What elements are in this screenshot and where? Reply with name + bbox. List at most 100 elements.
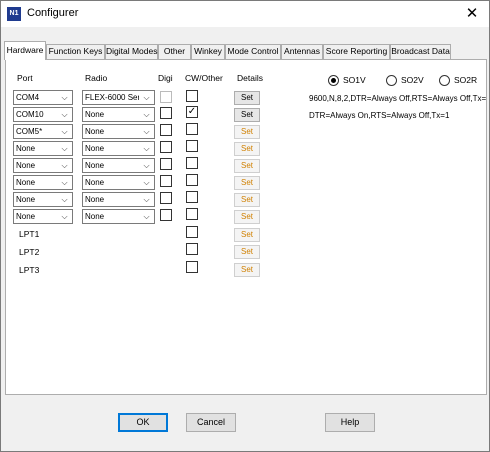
port-value: None: [16, 144, 36, 153]
radio-value: None: [85, 127, 105, 136]
cw-checkbox-4[interactable]: [186, 140, 198, 152]
radio-so2r[interactable]: SO2R: [439, 74, 478, 87]
chevron-down-icon: ⌵: [139, 142, 154, 155]
set-button-1[interactable]: Set: [234, 91, 260, 105]
radio-so1v-label: SO1V: [343, 75, 366, 85]
chevron-down-icon: ⌵: [57, 125, 72, 138]
digi-checkbox-6[interactable]: [160, 175, 172, 187]
digi-checkbox-2[interactable]: [160, 107, 172, 119]
set-button-7[interactable]: Set: [234, 193, 260, 207]
port-select-4[interactable]: None ⌵: [13, 141, 73, 156]
tab-score-reporting[interactable]: Score Reporting: [323, 44, 390, 59]
tab-other[interactable]: Other: [158, 44, 191, 59]
chevron-down-icon: ⌵: [57, 108, 72, 121]
digi-checkbox-4[interactable]: [160, 141, 172, 153]
digi-checkbox-1[interactable]: [160, 91, 172, 103]
port-select-8[interactable]: None ⌵: [13, 209, 73, 224]
radio-unselected-icon: [439, 75, 450, 87]
radio-value: None: [85, 110, 105, 119]
radio-select-2[interactable]: None ⌵: [82, 107, 155, 122]
set-button-lpt1[interactable]: Set: [234, 228, 260, 242]
radio-so2v[interactable]: SO2V: [386, 74, 424, 87]
radio-select-7[interactable]: None ⌵: [82, 192, 155, 207]
radio-select-8[interactable]: None ⌵: [82, 209, 155, 224]
cw-checkbox-3[interactable]: [186, 123, 198, 135]
radio-header: Radio: [85, 73, 108, 83]
port-select-7[interactable]: None ⌵: [13, 192, 73, 207]
set-button-lpt3[interactable]: Set: [234, 263, 260, 277]
port-select-6[interactable]: None ⌵: [13, 175, 73, 190]
set-button-4[interactable]: Set: [234, 142, 260, 156]
radio-select-6[interactable]: None ⌵: [82, 175, 155, 190]
digi-checkbox-7[interactable]: [160, 192, 172, 204]
title-bar: N1 Configurer ✕: [1, 1, 489, 27]
chevron-down-icon: ⌵: [139, 210, 154, 223]
port-select-3[interactable]: COM5* ⌵: [13, 124, 73, 139]
set-button-6[interactable]: Set: [234, 176, 260, 190]
cw-checkbox-2[interactable]: ✓: [186, 106, 198, 118]
cw-checkbox-6[interactable]: [186, 174, 198, 186]
radio-select-4[interactable]: None ⌵: [82, 141, 155, 156]
port-value: COM10: [16, 110, 44, 119]
chevron-down-icon: ⌵: [57, 159, 72, 172]
set-button-2[interactable]: Set: [234, 108, 260, 122]
radio-select-3[interactable]: None ⌵: [82, 124, 155, 139]
radio-so2r-label: SO2R: [454, 75, 478, 85]
set-button-3[interactable]: Set: [234, 125, 260, 139]
tab-antennas[interactable]: Antennas: [281, 44, 323, 59]
details-header: Details: [237, 73, 263, 83]
port-select-2[interactable]: COM10 ⌵: [13, 107, 73, 122]
port-value: COM5*: [16, 127, 43, 136]
cw-checkbox-7[interactable]: [186, 191, 198, 203]
cw-checkbox-lpt3[interactable]: [186, 261, 198, 273]
radio-select-1[interactable]: FLEX-6000 Seri ⌵: [82, 90, 155, 105]
chevron-down-icon: ⌵: [139, 159, 154, 172]
chevron-down-icon: ⌵: [57, 193, 72, 206]
window-title: Configurer: [27, 7, 79, 19]
tab-function-keys[interactable]: Function Keys: [46, 44, 105, 59]
radio-unselected-icon: [386, 75, 397, 87]
lpt3-label: LPT3: [19, 265, 40, 275]
tab-hardware[interactable]: Hardware: [4, 41, 46, 60]
port-value: COM4: [16, 93, 40, 102]
cw-checkbox-lpt1[interactable]: [186, 226, 198, 238]
help-button[interactable]: Help: [325, 413, 375, 432]
radio-selected-icon: [328, 75, 339, 87]
lpt2-label: LPT2: [19, 247, 40, 257]
port-value: None: [16, 195, 36, 204]
port-header: Port: [17, 73, 33, 83]
chevron-down-icon: ⌵: [57, 176, 72, 189]
cw-other-header: CW/Other: [185, 73, 223, 83]
set-button-5[interactable]: Set: [234, 159, 260, 173]
radio-value: FLEX-6000 Seri: [85, 93, 142, 102]
tab-digital-modes[interactable]: Digital Modes: [105, 44, 158, 59]
cw-checkbox-8[interactable]: [186, 208, 198, 220]
tab-broadcast-data[interactable]: Broadcast Data: [390, 44, 451, 59]
cw-checkbox-1[interactable]: [186, 90, 198, 102]
cw-checkbox-lpt2[interactable]: [186, 243, 198, 255]
radio-select-5[interactable]: None ⌵: [82, 158, 155, 173]
radio-so2v-label: SO2V: [401, 75, 424, 85]
chevron-down-icon: ⌵: [57, 210, 72, 223]
tab-mode-control[interactable]: Mode Control: [225, 44, 281, 59]
app-icon: N1: [7, 7, 21, 21]
close-icon[interactable]: ✕: [457, 1, 487, 27]
cancel-button[interactable]: Cancel: [186, 413, 236, 432]
set-button-lpt2[interactable]: Set: [234, 245, 260, 259]
ok-button[interactable]: OK: [118, 413, 168, 432]
chevron-down-icon: ⌵: [139, 108, 154, 121]
radio-value: None: [85, 144, 105, 153]
digi-checkbox-3[interactable]: [160, 124, 172, 136]
digi-checkbox-8[interactable]: [160, 209, 172, 221]
port-select-5[interactable]: None ⌵: [13, 158, 73, 173]
port-value: None: [16, 161, 36, 170]
port-select-1[interactable]: COM4 ⌵: [13, 90, 73, 105]
digi-checkbox-5[interactable]: [160, 158, 172, 170]
cw-checkbox-5[interactable]: [186, 157, 198, 169]
port-value: None: [16, 212, 36, 221]
configurer-window: N1 Configurer ✕ Hardware Function Keys D…: [0, 0, 490, 452]
lpt1-label: LPT1: [19, 229, 40, 239]
radio-so1v[interactable]: SO1V: [328, 74, 366, 87]
set-button-8[interactable]: Set: [234, 210, 260, 224]
tab-winkey[interactable]: Winkey: [191, 44, 225, 59]
